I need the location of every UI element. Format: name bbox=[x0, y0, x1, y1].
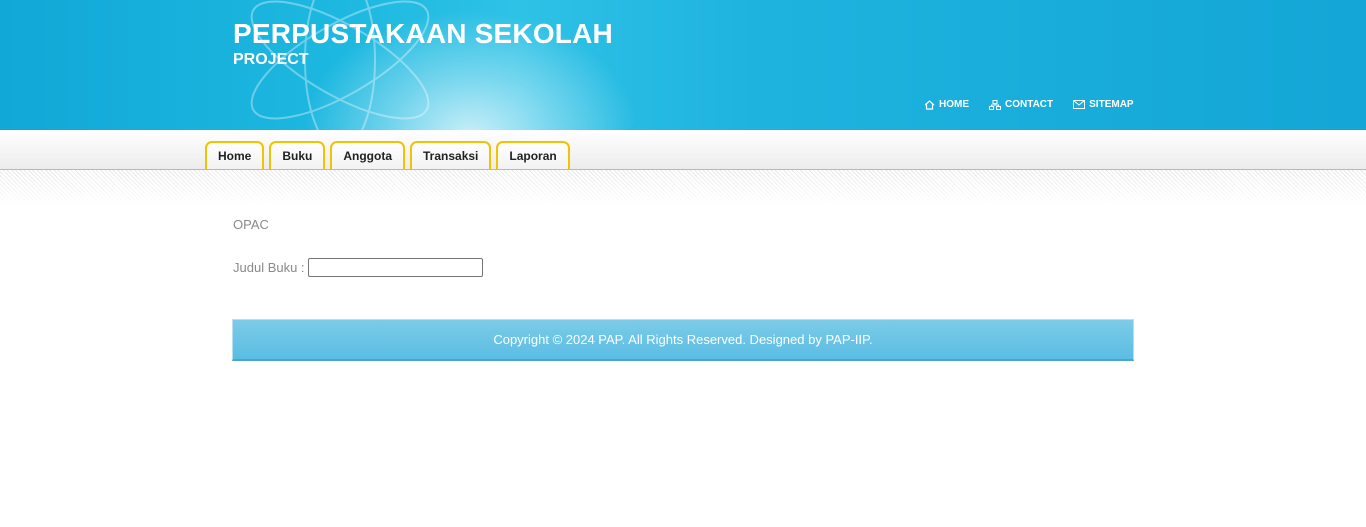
nav-tabs: Home Buku Anggota Transaksi Laporan bbox=[205, 141, 570, 169]
site-subtitle: PROJECT bbox=[233, 51, 309, 68]
book-title-search-input[interactable] bbox=[307, 258, 483, 277]
main-content: OPAC Judul Buku : bbox=[233, 217, 1133, 277]
mail-icon bbox=[1073, 100, 1086, 109]
tab-home[interactable]: Home bbox=[205, 141, 265, 169]
top-link-home[interactable]: HOME bbox=[924, 99, 969, 110]
top-link-contact[interactable]: CONTACT bbox=[989, 99, 1053, 110]
top-links: HOME CONTACT SITEMAP bbox=[924, 99, 1134, 110]
tab-anggota[interactable]: Anggota bbox=[330, 141, 405, 169]
decorative-pattern-strip bbox=[0, 170, 1366, 206]
top-link-sitemap[interactable]: SITEMAP bbox=[1073, 99, 1134, 110]
contact-icon bbox=[989, 99, 1001, 110]
search-label: Judul Buku : bbox=[233, 260, 305, 275]
tab-transaksi[interactable]: Transaksi bbox=[410, 141, 492, 169]
search-row: Judul Buku : bbox=[233, 258, 1133, 277]
top-link-home-label: HOME bbox=[939, 99, 969, 110]
site-header: PERPUSTAKAAN SEKOLAH PROJECT HOME CONTAC… bbox=[0, 0, 1366, 130]
top-link-sitemap-label: SITEMAP bbox=[1089, 99, 1134, 110]
section-title: OPAC bbox=[233, 217, 269, 232]
tab-buku[interactable]: Buku bbox=[269, 141, 326, 169]
tab-laporan[interactable]: Laporan bbox=[496, 141, 570, 169]
site-footer: Copyright © 2024 PAP. All Rights Reserve… bbox=[232, 319, 1134, 361]
footer-copyright: Copyright © 2024 PAP. All Rights Reserve… bbox=[493, 332, 873, 347]
top-link-contact-label: CONTACT bbox=[1005, 99, 1054, 110]
site-title: PERPUSTAKAAN SEKOLAH bbox=[233, 18, 613, 49]
home-icon bbox=[924, 99, 935, 110]
main-navbar: Home Buku Anggota Transaksi Laporan bbox=[0, 130, 1366, 170]
